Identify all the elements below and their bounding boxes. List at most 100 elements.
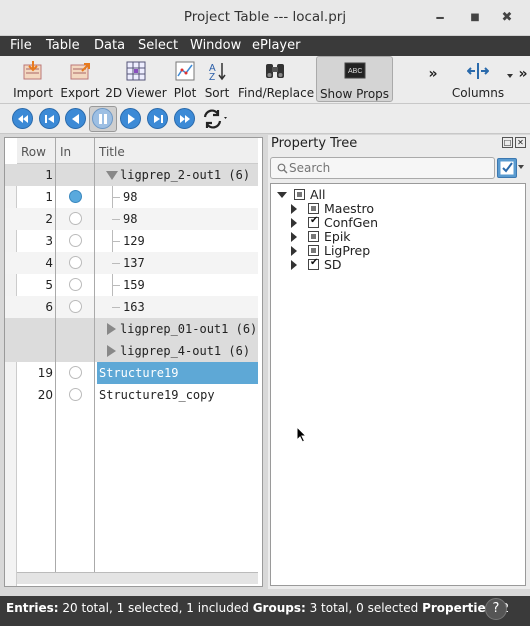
include-radio[interactable] xyxy=(69,278,82,291)
export-label: Export xyxy=(60,86,100,100)
groups-label: Groups: xyxy=(252,601,306,615)
rewind-button[interactable] xyxy=(12,108,33,129)
group-row-ligprep-4[interactable]: ligprep_4-out1 (6) xyxy=(5,340,258,362)
minimize-button[interactable]: ━ xyxy=(430,8,450,28)
include-radio[interactable] xyxy=(69,234,82,247)
fast-forward-button[interactable] xyxy=(174,108,195,129)
menu-eplayer[interactable]: ePlayer xyxy=(252,38,300,53)
pause-icon xyxy=(99,114,107,124)
check-all-dropdown[interactable] xyxy=(518,165,524,169)
table-row[interactable]: 6 163 xyxy=(5,296,258,318)
tree-checkbox[interactable] xyxy=(308,245,319,256)
table-row[interactable]: 5 159 xyxy=(5,274,258,296)
expand-arrow-icon[interactable] xyxy=(291,218,297,228)
float-panel-icon[interactable]: □ xyxy=(502,137,513,148)
next-button[interactable] xyxy=(120,108,141,129)
table-row[interactable]: 20 Structure19_copy xyxy=(5,384,258,406)
column-header-in[interactable]: In xyxy=(56,138,94,164)
maximize-button[interactable]: ■ xyxy=(465,8,485,28)
tree-checkbox[interactable] xyxy=(308,215,319,228)
table-row[interactable]: 3 129 xyxy=(5,230,258,252)
import-label: Import xyxy=(13,86,53,100)
check-all-button[interactable] xyxy=(497,158,517,178)
table-row-selected[interactable]: 19 Structure19 xyxy=(5,362,258,384)
group-row-ligprep-2[interactable]: 1 ligprep_2-out1 (6) xyxy=(5,164,258,186)
property-tree: All Maestro ConfGen Epik LigPrep SD xyxy=(270,183,526,586)
toolbar-overflow-button-2[interactable]: » xyxy=(516,56,530,102)
status-text: Entries: 20 total, 1 selected, 1 include… xyxy=(6,601,509,615)
include-radio[interactable] xyxy=(69,366,82,379)
menu-window[interactable]: Window xyxy=(190,38,241,53)
tree-checkbox[interactable] xyxy=(294,189,305,200)
collapse-triangle-icon[interactable] xyxy=(106,171,118,180)
expand-arrow-icon[interactable] xyxy=(291,260,297,270)
include-radio[interactable] xyxy=(69,256,82,269)
previous-icon xyxy=(72,114,79,124)
first-button[interactable] xyxy=(39,108,60,129)
show-props-label: Show Props xyxy=(319,87,390,101)
entries-label: Entries: xyxy=(6,601,59,615)
groups-text: 3 total, 0 selected xyxy=(309,601,419,615)
tree-checkbox[interactable] xyxy=(308,203,319,214)
row-title: Structure19 xyxy=(97,362,258,384)
import-button[interactable]: Import xyxy=(10,56,56,102)
collapse-arrow-icon[interactable] xyxy=(277,192,287,198)
expand-arrow-icon[interactable] xyxy=(291,204,297,214)
row-number: 4 xyxy=(45,256,53,270)
columns-dropdown[interactable] xyxy=(506,56,516,102)
table-row[interactable]: 2 98 xyxy=(5,208,258,230)
sort-label: Sort xyxy=(204,86,230,100)
include-radio[interactable] xyxy=(69,190,82,203)
table-row[interactable]: 1 98 xyxy=(5,186,258,208)
row-number: 20 xyxy=(37,388,53,402)
last-button[interactable] xyxy=(147,108,168,129)
find-replace-button[interactable]: Find/Replace xyxy=(238,56,315,102)
tree-branch xyxy=(112,219,120,220)
column-header-title[interactable]: Title xyxy=(95,138,258,164)
column-divider xyxy=(94,138,95,573)
navigation-bar xyxy=(0,104,530,134)
menu-select[interactable]: Select xyxy=(138,38,178,53)
columns-button[interactable]: Columns xyxy=(450,56,506,102)
tree-checkbox[interactable] xyxy=(308,231,319,242)
show-props-button[interactable]: ABC Show Props xyxy=(316,56,393,102)
toolbar-overflow-button[interactable]: » xyxy=(426,56,440,102)
tree-checkbox[interactable] xyxy=(308,257,319,270)
overflow-chevron-icon-2: » xyxy=(518,66,528,82)
row-number: 3 xyxy=(45,234,53,248)
2d-viewer-button[interactable]: 2D Viewer xyxy=(104,56,168,102)
help-button[interactable]: ? xyxy=(485,598,507,620)
2d-viewer-label: 2D Viewer xyxy=(105,86,167,100)
expand-triangle-icon[interactable] xyxy=(107,345,116,357)
previous-button[interactable] xyxy=(65,108,86,129)
first-icon xyxy=(45,115,54,123)
checkbox-checked-icon xyxy=(500,161,514,175)
sync-button[interactable] xyxy=(202,108,230,130)
menu-data[interactable]: Data xyxy=(94,38,125,53)
plot-button[interactable]: Plot xyxy=(170,56,200,102)
include-radio[interactable] xyxy=(69,388,82,401)
menu-table[interactable]: Table xyxy=(46,38,80,53)
search-input[interactable] xyxy=(289,159,489,177)
group-row-ligprep-01[interactable]: ligprep_01-out1 (6) xyxy=(5,318,258,340)
close-panel-icon[interactable]: ✕ xyxy=(515,137,526,148)
include-radio[interactable] xyxy=(69,300,82,313)
close-button[interactable]: ✖ xyxy=(497,8,517,28)
expand-arrow-icon[interactable] xyxy=(291,232,297,242)
expand-arrow-icon[interactable] xyxy=(291,246,297,256)
row-title: 129 xyxy=(123,234,145,248)
pause-button[interactable] xyxy=(92,108,113,129)
include-radio[interactable] xyxy=(69,212,82,225)
menu-file[interactable]: File xyxy=(10,38,32,53)
import-icon xyxy=(23,61,42,80)
find-replace-label: Find/Replace xyxy=(238,86,315,100)
chevron-down-icon xyxy=(507,74,513,78)
tree-item-label: ConfGen xyxy=(324,215,378,230)
expand-triangle-icon[interactable] xyxy=(107,323,116,335)
export-button[interactable]: Export xyxy=(58,56,102,102)
tree-branch xyxy=(112,285,120,286)
table-row[interactable]: 4 137 xyxy=(5,252,258,274)
sort-button[interactable]: A Z Sort xyxy=(202,56,232,102)
column-header-row[interactable]: Row xyxy=(17,138,55,164)
horizontal-scrollbar[interactable] xyxy=(17,572,258,584)
